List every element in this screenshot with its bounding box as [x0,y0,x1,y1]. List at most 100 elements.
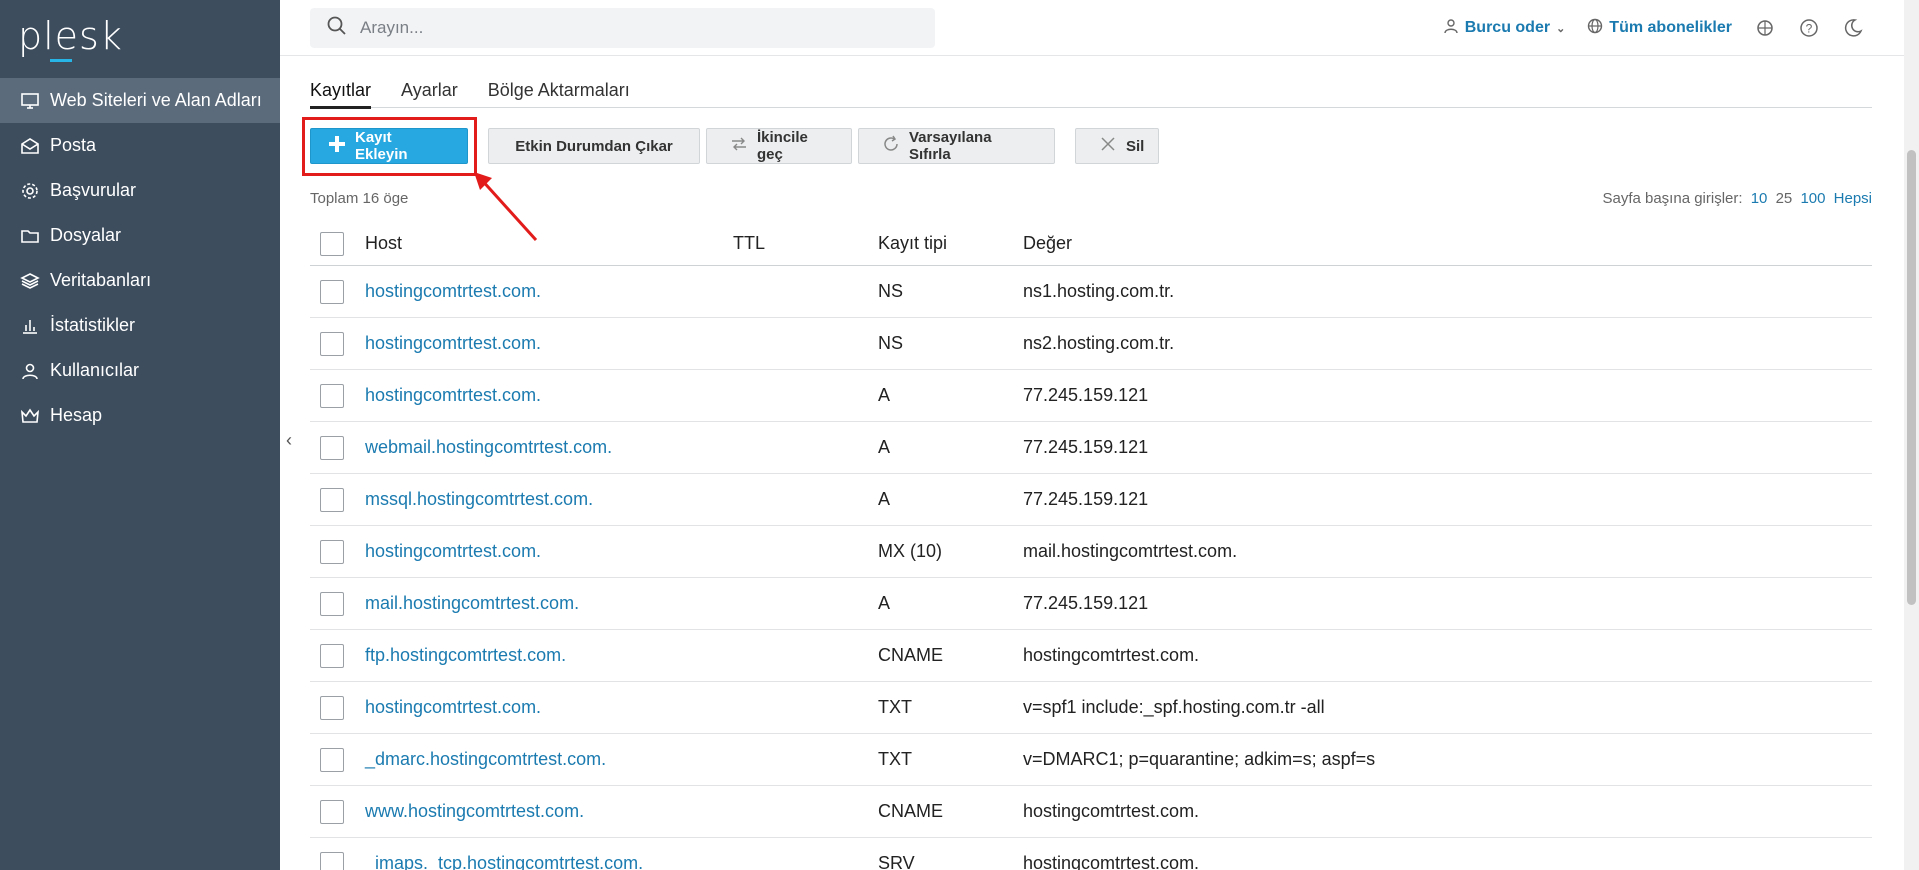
row-select-cell [310,435,365,460]
sidebar-item-label: Web Siteleri ve Alan Adları [50,90,262,110]
disable-button[interactable]: Etkin Durumdan Çıkar [488,128,700,164]
sidebar-item-account[interactable]: Hesap [0,393,280,438]
subscriptions-selector[interactable]: Tüm abonelikler [1587,18,1732,39]
column-host[interactable]: Host [365,233,733,254]
logo-accent-bar [50,59,72,62]
table-row: hostingcomtrtest.com. MX (10) mail.hosting… [310,526,1872,578]
row-checkbox[interactable] [320,643,344,668]
dark-mode-icon[interactable] [1842,17,1864,39]
sidebar: plesk Web Siteleri ve Alan Adları Posta … [0,0,280,870]
type-cell: NS [878,333,904,353]
table-row: hostingcomtrtest.com. NS ns1.hosting.com.t… [310,266,1872,318]
row-checkbox[interactable] [320,799,344,824]
row-checkbox[interactable] [320,539,344,564]
sidebar-item-label: Dosyalar [50,225,122,245]
host-link[interactable]: hostingcomtrtest.com. [365,333,541,353]
host-link[interactable]: hostingcomtrtest.com. [365,281,541,301]
host-cell: www.hostingcomtrtest.com. [365,801,733,822]
select-all-checkbox[interactable] [320,231,344,256]
host-link[interactable]: _imaps._tcp.hostingcomtrtest.com. [365,853,643,870]
host-cell: hostingcomtrtest.com. [365,281,733,302]
row-checkbox[interactable] [320,331,344,356]
row-checkbox[interactable] [320,695,344,720]
host-cell: _dmarc.hostingcomtrtest.com. [365,749,733,770]
per-page-100[interactable]: 100 [1800,190,1825,207]
host-link[interactable]: hostingcomtrtest.com. [365,697,541,717]
user-icon [1443,18,1465,39]
search-box[interactable] [310,8,935,48]
search-input[interactable] [360,18,920,38]
row-checkbox[interactable] [320,383,344,408]
table-row: _imaps._tcp.hostingcomtrtest.com. SRV host… [310,838,1872,870]
table-row: webmail.hostingcomtrtest.com. A 77.245.159… [310,422,1872,474]
sidebar-item-statistics[interactable]: İstatistikler [0,303,280,348]
disable-label: Etkin Durumdan Çıkar [515,137,673,155]
host-link[interactable]: mssql.hostingcomtrtest.com. [365,489,593,509]
page-scrollbar[interactable] [1904,0,1919,870]
type-cell: MX (10) [878,541,943,561]
value-cell: 77.245.159.121 [1023,437,1149,457]
select-all-cell [310,231,365,256]
value-cell: 77.245.159.121 [1023,489,1149,509]
host-link[interactable]: www.hostingcomtrtest.com. [365,801,584,821]
per-page-all[interactable]: Hepsi [1834,190,1872,207]
tab-settings[interactable]: Ayarlar [401,72,458,108]
per-page-10[interactable]: 10 [1751,190,1768,207]
value-cell: v=spf1 include:_spf.hosting.com.tr -all [1023,697,1325,717]
row-select-cell [310,591,365,616]
delete-label: Sil [1126,137,1145,155]
sidebar-item-mail[interactable]: Posta [0,123,280,168]
table-row: hostingcomtrtest.com. NS ns2.hosting.com.t… [310,318,1872,370]
sidebar-collapse-button[interactable]: ‹ [280,420,298,460]
host-cell: ftp.hostingcomtrtest.com. [365,645,733,666]
sidebar-item-databases[interactable]: Veritabanları [0,258,280,303]
value-cell: 77.245.159.121 [1023,385,1149,405]
host-link[interactable]: hostingcomtrtest.com. [365,385,541,405]
user-menu[interactable]: Burcu oder ⌄ [1443,18,1565,39]
table-row: _dmarc.hostingcomtrtest.com. TXT v=DMARC1;… [310,734,1872,786]
per-page-25[interactable]: 25 [1776,190,1793,207]
host-link[interactable]: mail.hostingcomtrtest.com. [365,593,579,613]
host-cell: hostingcomtrtest.com. [365,333,733,354]
switch-secondary-label: İkincile geç [757,129,808,163]
sidebar-item-files[interactable]: Dosyalar [0,213,280,258]
value-cell: hostingcomtrtest.com. [1023,645,1200,665]
plesk-logo[interactable]: plesk [18,14,123,62]
sidebar-item-websites[interactable]: Web Siteleri ve Alan Adları [0,78,280,123]
extensions-icon[interactable] [1754,17,1776,39]
host-link[interactable]: ftp.hostingcomtrtest.com. [365,645,566,665]
table-row: www.hostingcomtrtest.com. CNAME hostingcom… [310,786,1872,838]
switch-secondary-button[interactable]: İkincile geç [706,128,852,164]
help-icon[interactable]: ? [1798,17,1820,39]
delete-button[interactable]: Sil [1075,128,1159,164]
row-checkbox[interactable] [320,747,344,772]
scrollbar-thumb[interactable] [1907,150,1916,605]
row-checkbox[interactable] [320,851,344,870]
highlight-annotation [302,117,477,176]
sidebar-item-label: Kullanıcılar [50,360,140,380]
per-page-selector: Sayfa başına girişler: 10 25 100 Hepsi [1602,190,1872,207]
svg-text:?: ? [1806,22,1813,36]
reset-default-button[interactable]: Varsayılana Sıfırla [858,128,1055,164]
row-checkbox[interactable] [320,435,344,460]
row-checkbox[interactable] [320,279,344,304]
table-row: ftp.hostingcomtrtest.com. CNAME hostingcom… [310,630,1872,682]
tab-records[interactable]: Kayıtlar [310,72,372,109]
host-link[interactable]: webmail.hostingcomtrtest.com. [365,437,612,457]
user-name: Burcu oder [1464,19,1551,36]
column-type[interactable]: Kayıt tipi [878,233,1023,254]
table-header: Host TTL Kayıt tipi Değer [310,222,1872,266]
host-link[interactable]: hostingcomtrtest.com. [365,541,541,561]
row-checkbox[interactable] [320,487,344,512]
host-link[interactable]: _dmarc.hostingcomtrtest.com. [365,749,606,769]
sidebar-item-users[interactable]: Kullanıcılar [0,348,280,393]
table-row: hostingcomtrtest.com. TXT v=spf1 include:_… [310,682,1872,734]
monitor-icon [20,91,40,111]
sidebar-item-applications[interactable]: Başvurular [0,168,280,213]
sidebar-nav: Web Siteleri ve Alan Adları Posta Başvur… [0,78,280,438]
tab-zone-transfers[interactable]: Bölge Aktarmaları [488,72,630,108]
row-checkbox[interactable] [320,591,344,616]
column-ttl[interactable]: TTL [733,233,878,254]
column-value[interactable]: Değer [1023,233,1872,254]
table-row: mssql.hostingcomtrtest.com. A 77.245.159.1… [310,474,1872,526]
